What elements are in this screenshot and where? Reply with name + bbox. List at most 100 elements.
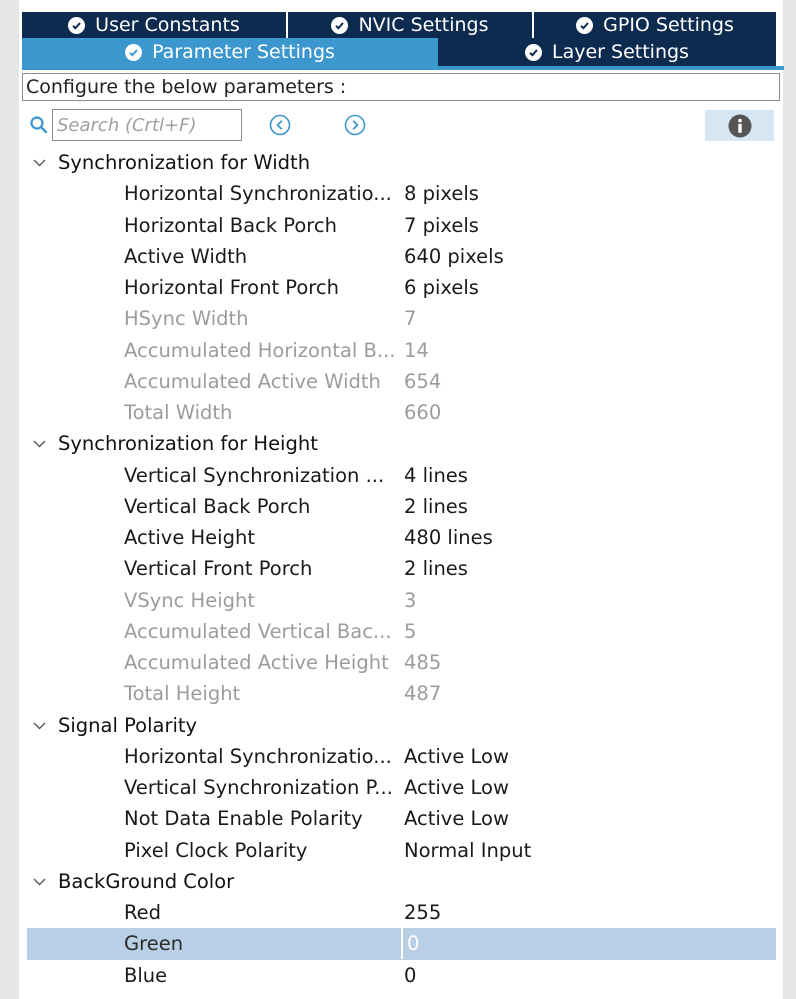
tab-layer-settings[interactable]: Layer Settings: [438, 38, 776, 66]
group-row[interactable]: Synchronization for Width: [22, 147, 782, 178]
parameter-value[interactable]: Normal Input: [404, 835, 531, 866]
parameter-value[interactable]: 640 pixels: [404, 241, 504, 272]
parameter-row[interactable]: Accumulated Active Width 654: [22, 366, 782, 397]
parameter-value[interactable]: 255: [404, 897, 441, 928]
parameter-value[interactable]: 2 lines: [404, 491, 468, 522]
parameter-row[interactable]: Vertical Front Porch 2 lines: [22, 553, 782, 584]
check-circle-icon: [331, 16, 349, 34]
parameter-value[interactable]: 7: [404, 303, 416, 334]
parameter-row[interactable]: Total Width 660: [22, 397, 782, 428]
parameter-name: HSync Width: [124, 307, 249, 331]
parameter-row[interactable]: Red 255: [22, 897, 782, 928]
parameter-value[interactable]: 5: [404, 616, 416, 647]
parameter-name: Not Data Enable Polarity: [124, 807, 363, 831]
parameter-value[interactable]: 654: [404, 366, 441, 397]
parameter-name: Horizontal Front Porch: [124, 276, 339, 299]
parameter-row[interactable]: Accumulated Active Height 485: [22, 647, 782, 678]
check-circle-icon: [68, 16, 86, 34]
search-input[interactable]: [52, 109, 242, 141]
parameter-tree: Synchronization for Width Horizontal Sync…: [22, 147, 782, 991]
parameter-row[interactable]: Vertical Back Porch 2 lines: [22, 491, 782, 522]
parameter-value[interactable]: Active Low: [404, 803, 509, 834]
parameter-name: Green: [124, 932, 184, 956]
parameter-name: Accumulated Active Width: [124, 369, 381, 393]
parameter-name: Pixel Clock Polarity: [124, 838, 308, 862]
parameter-row[interactable]: Active Height 480 lines: [22, 522, 782, 553]
parameter-row[interactable]: Blue 0: [22, 960, 782, 991]
parameter-name: Accumulated Horizontal B...: [124, 338, 396, 362]
parameter-row[interactable]: Horizontal Synchronizatio... Active Low: [22, 741, 782, 772]
parameter-name: Active Height: [124, 526, 255, 549]
parameter-row[interactable]: Horizontal Synchronizatio... 8 pixels: [22, 178, 782, 209]
tab-underline: [22, 66, 784, 70]
group-row[interactable]: Synchronization for Height: [22, 428, 782, 459]
parameter-row[interactable]: Pixel Clock Polarity Normal Input: [22, 835, 782, 866]
tab-gpio-settings[interactable]: GPIO Settings: [534, 12, 776, 38]
tab-label: User Constants: [95, 14, 240, 36]
tab-parameter-settings[interactable]: Parameter Settings: [22, 38, 438, 66]
tab-bar-bottom: Parameter Settings Layer Settings: [22, 38, 776, 66]
parameter-value[interactable]: 660: [404, 397, 441, 428]
parameter-value[interactable]: 487: [404, 678, 441, 709]
parameter-value[interactable]: 14: [404, 335, 429, 366]
tab-user-constants[interactable]: User Constants: [22, 12, 288, 38]
parameter-name: Vertical Synchronization P...: [124, 776, 393, 799]
search-icon[interactable]: [29, 115, 49, 135]
parameter-value[interactable]: 2 lines: [404, 553, 468, 584]
parameter-name: Total Width: [124, 401, 233, 424]
parameter-value[interactable]: Active Low: [404, 772, 509, 803]
previous-icon[interactable]: [269, 114, 291, 136]
parameter-value[interactable]: 6 pixels: [404, 272, 479, 303]
parameter-row[interactable]: Accumulated Vertical Bac... 5: [22, 616, 782, 647]
parameter-row[interactable]: VSync Height 3: [22, 585, 782, 616]
parameter-row[interactable]: Green 0: [27, 928, 776, 960]
parameter-row[interactable]: Active Width 640 pixels: [22, 241, 782, 272]
parameter-name: Vertical Front Porch: [124, 557, 313, 581]
group-row[interactable]: BackGround Color: [22, 866, 782, 897]
parameter-name: Horizontal Back Porch: [124, 213, 337, 237]
parameter-row[interactable]: Horizontal Back Porch 7 pixels: [22, 210, 782, 241]
check-circle-icon: [525, 43, 543, 61]
parameter-value[interactable]: 480 lines: [404, 522, 493, 553]
tab-bar-top: User Constants NVIC Settings GPIO Settin…: [22, 12, 776, 38]
parameter-row[interactable]: Accumulated Horizontal B... 14: [22, 335, 782, 366]
parameter-name: Horizontal Synchronizatio...: [124, 744, 392, 768]
info-button[interactable]: [705, 110, 774, 141]
group-row[interactable]: Signal Polarity: [22, 710, 782, 741]
tab-label: Parameter Settings: [152, 41, 335, 63]
parameter-name: Total Height: [124, 682, 241, 706]
group-title: BackGround Color: [58, 869, 235, 893]
tab-label: Layer Settings: [552, 41, 689, 63]
parameter-value[interactable]: 3: [404, 585, 416, 616]
parameter-value[interactable]: Active Low: [404, 741, 509, 772]
parameter-value[interactable]: 0: [401, 928, 419, 960]
configure-label: Configure the below parameters :: [22, 73, 780, 101]
parameter-row[interactable]: Horizontal Front Porch 6 pixels: [22, 272, 782, 303]
chevron-down-icon[interactable]: [32, 436, 47, 451]
chevron-down-icon[interactable]: [32, 718, 47, 733]
parameter-name: Red: [124, 901, 162, 924]
parameter-value[interactable]: 0: [404, 960, 416, 991]
chevron-down-icon[interactable]: [32, 155, 47, 170]
next-icon[interactable]: [344, 114, 366, 136]
parameter-name: Active Width: [124, 244, 248, 268]
parameter-row[interactable]: Vertical Synchronization ... 4 lines: [22, 460, 782, 491]
parameter-row[interactable]: HSync Width 7: [22, 303, 782, 334]
parameter-name: Accumulated Vertical Bac...: [124, 619, 392, 643]
parameter-name: Accumulated Active Height: [124, 651, 389, 674]
parameter-value[interactable]: 485: [404, 647, 441, 678]
group-title: Synchronization for Height: [58, 432, 318, 456]
tab-nvic-settings[interactable]: NVIC Settings: [288, 12, 534, 38]
parameter-name: Blue: [124, 963, 168, 987]
parameter-row[interactable]: Vertical Synchronization P... Active Low: [22, 772, 782, 803]
parameter-value[interactable]: 7 pixels: [404, 210, 479, 241]
parameter-value[interactable]: 4 lines: [404, 460, 468, 491]
parameter-row[interactable]: Not Data Enable Polarity Active Low: [22, 803, 782, 834]
parameter-value[interactable]: 8 pixels: [404, 178, 479, 209]
info-icon: [728, 114, 751, 137]
parameter-row[interactable]: Total Height 487: [22, 678, 782, 709]
check-circle-icon: [125, 43, 143, 61]
chevron-down-icon[interactable]: [32, 874, 47, 889]
parameter-name: VSync Height: [124, 588, 255, 612]
parameter-name: Vertical Synchronization ...: [124, 463, 385, 487]
